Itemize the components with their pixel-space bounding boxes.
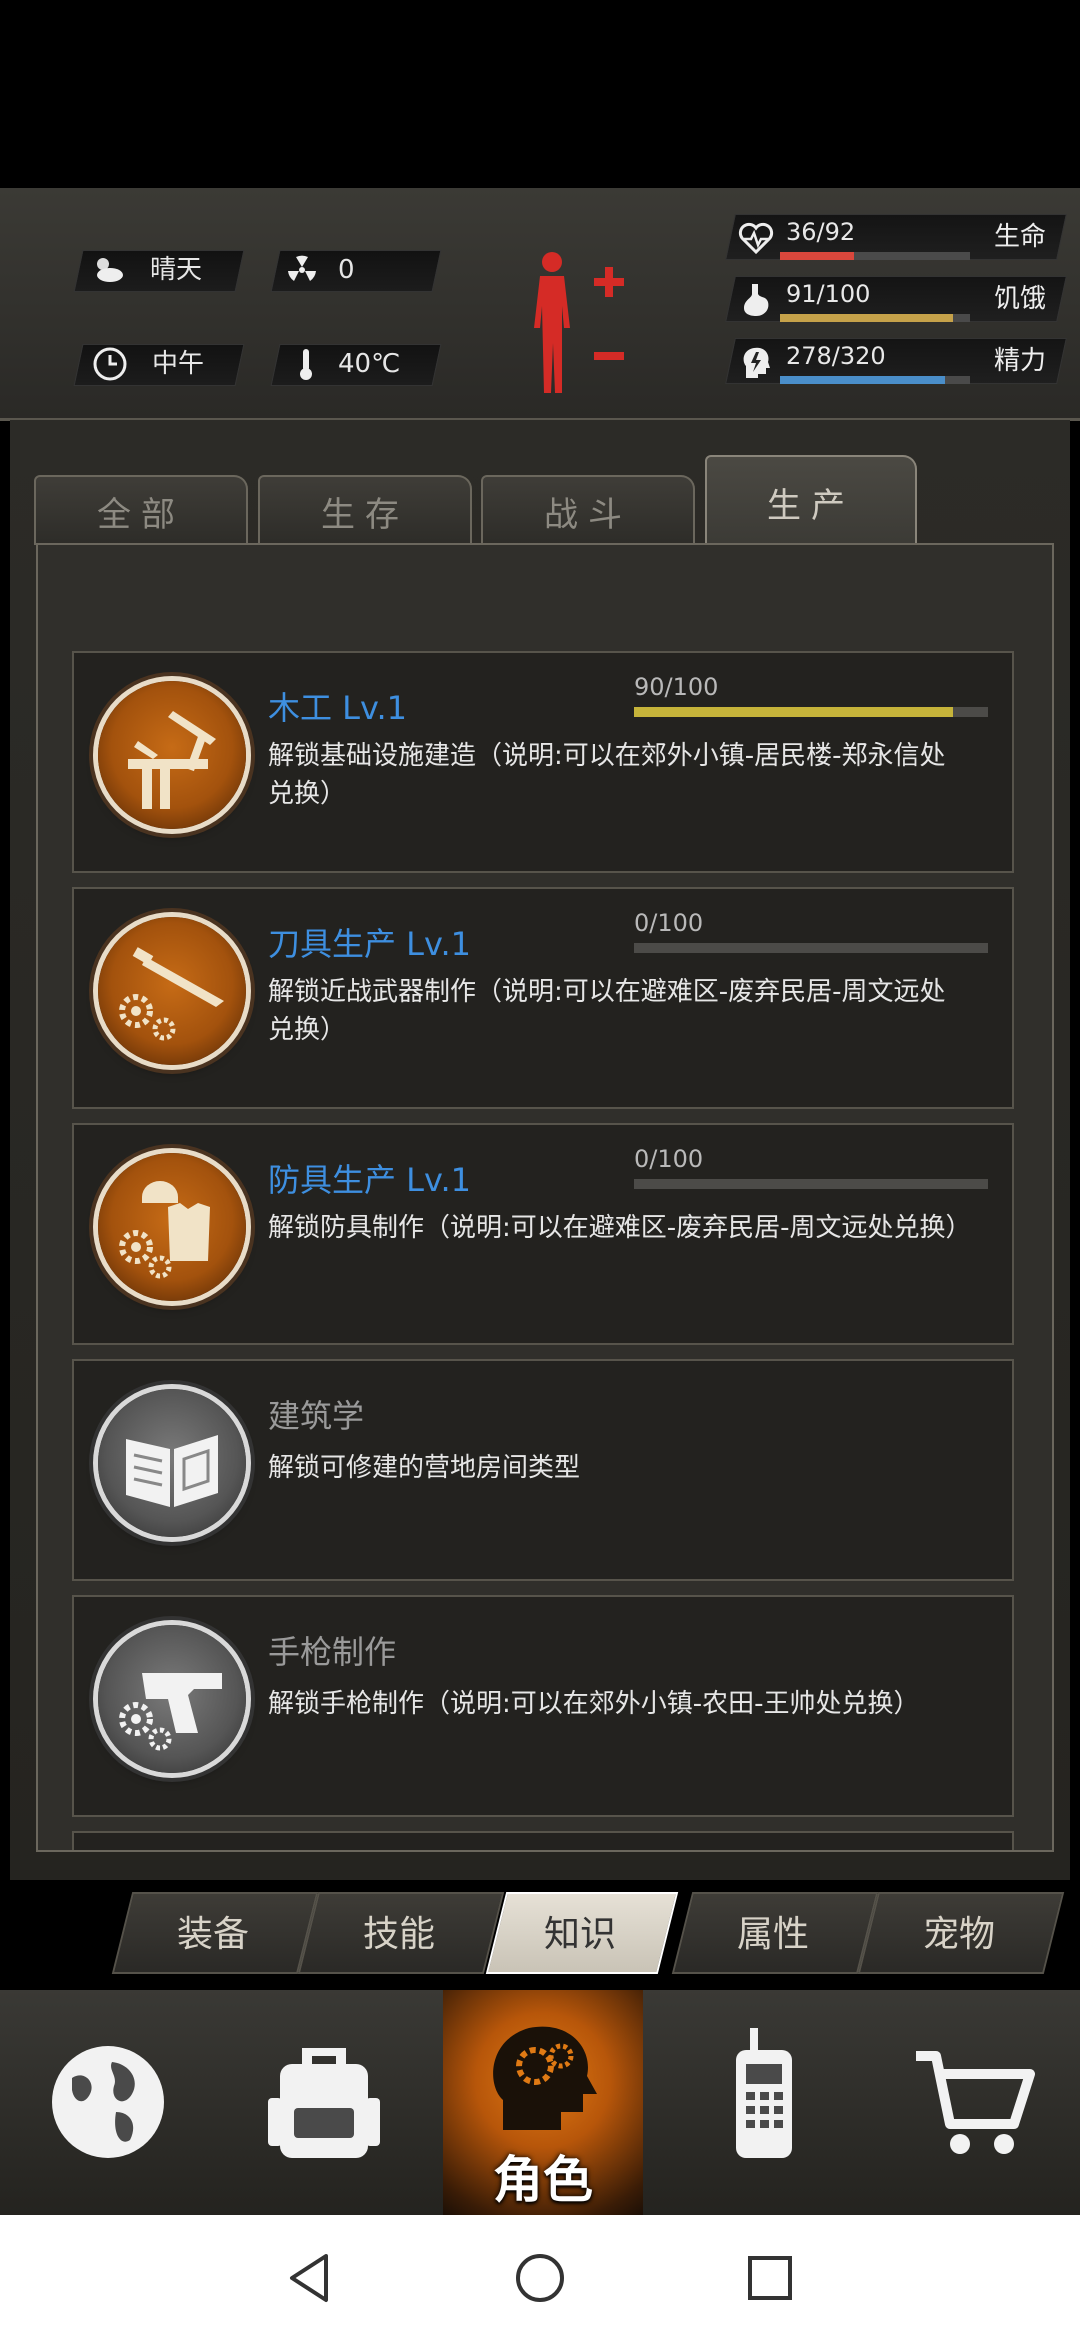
nav-radio-button[interactable] bbox=[656, 1990, 872, 2215]
card-title: 刀具生产 Lv.1 bbox=[268, 925, 471, 963]
card-description: 解锁防具制作（说明:可以在避难区-废弃民居-周文远处兑换） bbox=[268, 1213, 972, 1243]
thermometer-icon bbox=[300, 349, 312, 380]
health-bar-fill bbox=[780, 252, 855, 260]
weather-label: 晴天 bbox=[150, 255, 203, 285]
knowledge-card-carpentry[interactable]: 木工 Lv.1 90/100 解锁基础设施建造（说明:可以在郊外小镇-居民楼-郑… bbox=[72, 651, 1014, 873]
progress-bar bbox=[634, 1179, 988, 1189]
health-label: 生命 bbox=[994, 222, 1047, 252]
radio-icon bbox=[736, 2028, 792, 2158]
knife-production-icon bbox=[98, 917, 246, 1065]
stomach-icon bbox=[744, 284, 769, 316]
body-status-icon[interactable] bbox=[520, 248, 630, 398]
card-title: 手枪制作 bbox=[268, 1633, 397, 1671]
heartbeat-icon bbox=[738, 222, 774, 255]
cart-icon bbox=[916, 2051, 1035, 2154]
nav-backpack-button[interactable] bbox=[216, 1990, 432, 2215]
nav-shop-button[interactable] bbox=[864, 1990, 1080, 2215]
tab-production[interactable]: 生产 bbox=[705, 455, 917, 547]
temperature-value: 40℃ bbox=[338, 349, 401, 379]
subtab-pets[interactable]: 宠物 bbox=[868, 1892, 1050, 1970]
subtab-knowledge[interactable]: 知识 bbox=[496, 1892, 664, 1970]
time-label: 中午 bbox=[152, 349, 205, 379]
card-title: 防具生产 Lv.1 bbox=[268, 1161, 471, 1199]
energy-bar-fill bbox=[780, 376, 946, 384]
energy-label: 精力 bbox=[994, 346, 1047, 376]
knowledge-card-architecture[interactable]: 建筑学 解锁可修建的营地房间类型 bbox=[72, 1359, 1014, 1581]
hunger-bar bbox=[780, 314, 970, 322]
pistol-production-icon bbox=[98, 1625, 246, 1773]
nav-map-button[interactable] bbox=[0, 1990, 216, 2215]
card-description: 解锁基础设施建造（说明:可以在郊外小镇-居民楼-郑永信处兑换） bbox=[268, 741, 946, 809]
subtab-equipment[interactable]: 装备 bbox=[122, 1892, 304, 1970]
progress-value: 0/100 bbox=[634, 1145, 704, 1173]
radiation-value: 0 bbox=[338, 255, 355, 285]
energy-value: 278/320 bbox=[786, 342, 886, 370]
card-description: 解锁可修建的营地房间类型 bbox=[268, 1453, 581, 1483]
hunger-bar-fill bbox=[780, 314, 953, 322]
energy-head-icon bbox=[743, 347, 770, 378]
back-icon[interactable] bbox=[282, 2250, 338, 2306]
weather-sunny-icon bbox=[97, 258, 123, 282]
architecture-book-icon bbox=[98, 1389, 246, 1537]
health-bar bbox=[780, 252, 970, 260]
globe-icon bbox=[52, 2046, 164, 2158]
progress-bar bbox=[634, 943, 988, 953]
home-icon[interactable] bbox=[512, 2250, 568, 2306]
subtab-skills[interactable]: 技能 bbox=[308, 1892, 490, 1970]
card-title: 木工 Lv.1 bbox=[268, 689, 407, 727]
knowledge-card-knife-production[interactable]: 刀具生产 Lv.1 0/100 解锁近战武器制作（说明:可以在避难区-废弃民居-… bbox=[72, 887, 1014, 1109]
knowledge-list[interactable]: 木工 Lv.1 90/100 解锁基础设施建造（说明:可以在郊外小镇-居民楼-郑… bbox=[36, 543, 1054, 1852]
progress-value: 0/100 bbox=[634, 909, 704, 937]
hunger-label: 饥饿 bbox=[994, 284, 1047, 314]
knowledge-card-armor-production[interactable]: 防具生产 Lv.1 0/100 解锁防具制作（说明:可以在避难区-废弃民居-周文… bbox=[72, 1123, 1014, 1345]
progress-bar-fill bbox=[634, 707, 953, 717]
radiation-icon bbox=[288, 255, 316, 281]
armor-production-icon bbox=[98, 1153, 246, 1301]
backpack-icon bbox=[268, 2048, 380, 2158]
nav-role-label: 角色 bbox=[493, 2151, 593, 2209]
clock-icon bbox=[93, 347, 127, 381]
card-title: 建筑学 bbox=[268, 1397, 365, 1435]
knowledge-card-pistol-production[interactable]: 手枪制作 解锁手枪制作（说明:可以在郊外小镇-农田-王帅处兑换） bbox=[72, 1595, 1014, 1817]
health-value: 36/92 bbox=[786, 218, 856, 246]
carpentry-icon bbox=[98, 681, 246, 829]
card-description: 解锁近战武器制作（说明:可以在避难区-废弃民居-周文远处兑换） bbox=[268, 977, 946, 1045]
tab-all[interactable]: 全部 bbox=[34, 475, 248, 545]
progress-value: 90/100 bbox=[634, 673, 719, 701]
hunger-value: 91/100 bbox=[786, 280, 871, 308]
progress-bar bbox=[634, 707, 988, 717]
role-head-icon bbox=[493, 2026, 597, 2130]
tab-survival[interactable]: 生存 bbox=[258, 475, 472, 545]
knowledge-card-partial bbox=[72, 1831, 1014, 1850]
recents-icon[interactable] bbox=[742, 2250, 798, 2306]
subtab-attributes[interactable]: 属性 bbox=[682, 1892, 864, 1970]
tab-combat[interactable]: 战斗 bbox=[481, 475, 695, 545]
energy-bar bbox=[780, 376, 970, 384]
card-description: 解锁手枪制作（说明:可以在郊外小镇-农田-王帅处兑换） bbox=[268, 1689, 920, 1719]
